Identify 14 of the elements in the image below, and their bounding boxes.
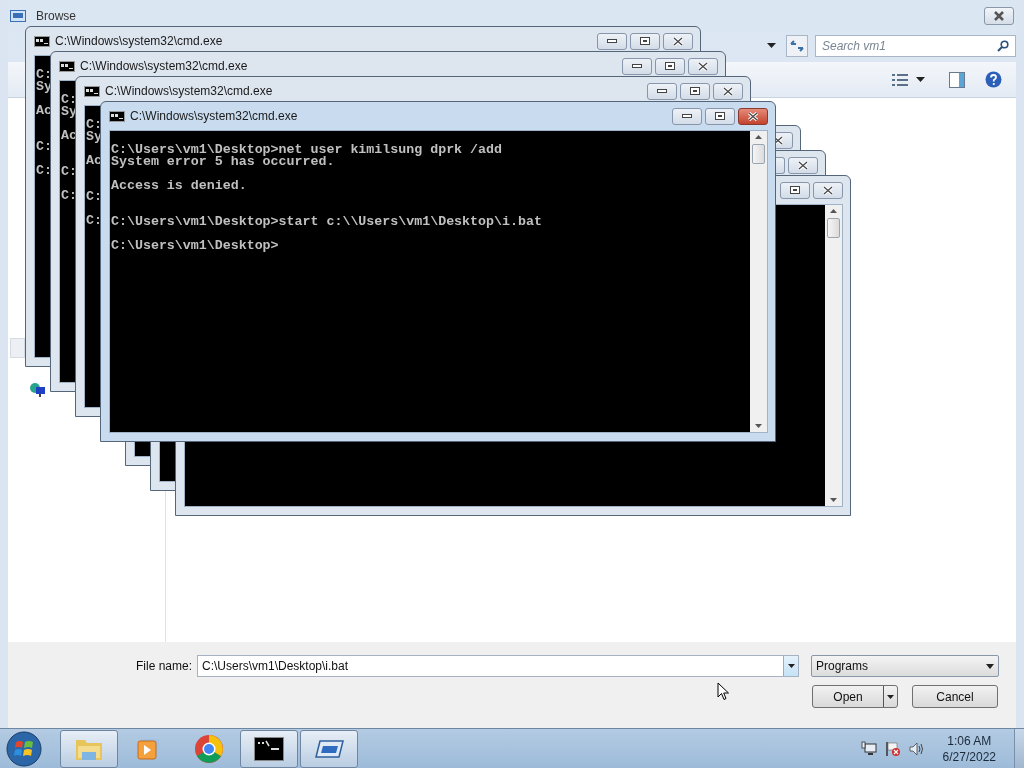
clock-time: 1:06 AM bbox=[947, 732, 992, 749]
file-name-label: File name: bbox=[135, 658, 192, 675]
window-title: C:\Windows\system32\cmd.exe bbox=[80, 58, 248, 75]
window-title: Browse bbox=[36, 8, 76, 25]
window-title: C:\Windows\system32\cmd.exe bbox=[55, 33, 223, 50]
file-type-dropdown[interactable]: Programs bbox=[811, 655, 999, 677]
open-split-button[interactable]: Open bbox=[812, 685, 898, 708]
window-title: C:\Windows\system32\cmd.exe bbox=[105, 83, 273, 100]
file-name-field[interactable]: C:\Users\vm1\Desktop\i.bat bbox=[197, 655, 799, 677]
clock-date: 6/27/2022 bbox=[942, 748, 996, 765]
cancel-button[interactable]: Cancel bbox=[912, 685, 998, 708]
window-title: C:\Windows\system32\cmd.exe bbox=[130, 108, 298, 125]
console-text: C:\Users\vm1\Desktop>net user kimilsung dprk /add System error 5 has occurred. Access is denied. C:\Users\vm1\Desktop>start c:\\Users\vm1\Desktop\i.bat C:\Users\vm1\Desktop> bbox=[111, 144, 542, 252]
search-field[interactable]: Search vm1 bbox=[815, 35, 1016, 57]
